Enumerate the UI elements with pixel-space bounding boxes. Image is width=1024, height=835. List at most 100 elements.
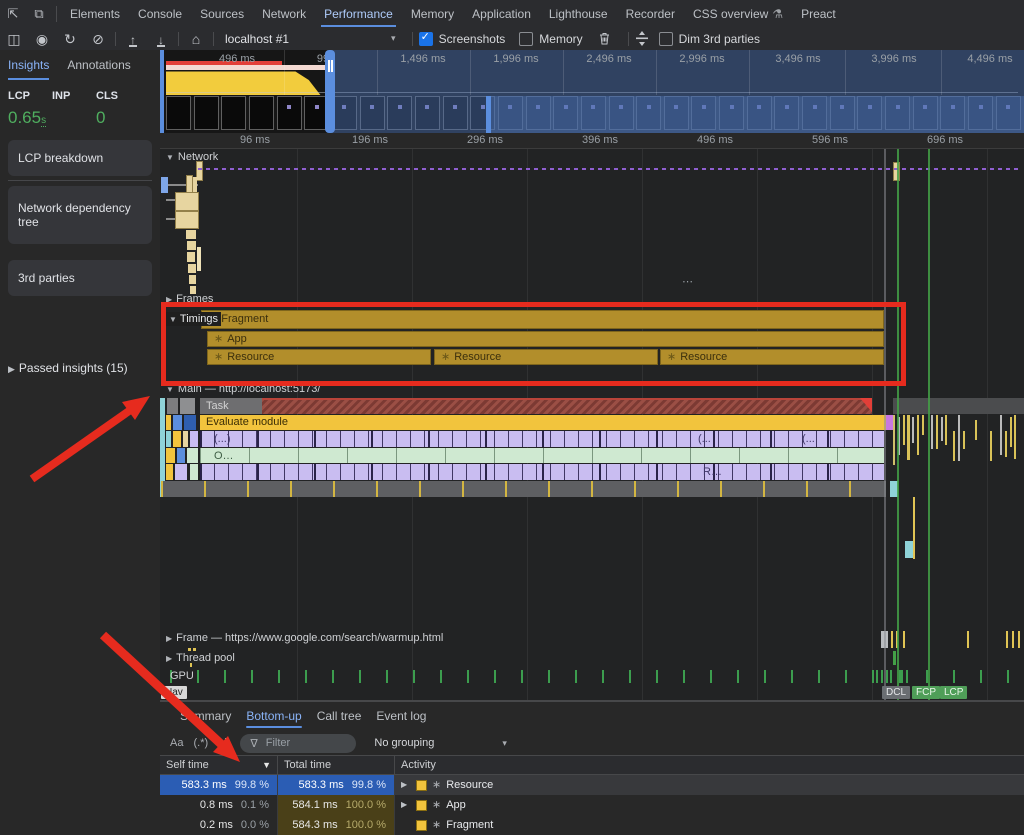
thread-pool-track-header[interactable]: ▶Thread pool — [166, 652, 235, 664]
profile-select[interactable]: localhost #1 — [225, 32, 289, 46]
timing-marker-resource[interactable]: ∗Resource — [660, 349, 884, 365]
insight-card-3rd-parties[interactable]: 3rd parties — [8, 260, 152, 296]
regex-icon[interactable]: (.*) — [193, 737, 208, 749]
tab-application[interactable]: Application — [463, 1, 540, 27]
timeline-ruler[interactable]: 96 ms 196 ms 296 ms 396 ms 496 ms 596 ms… — [160, 133, 1024, 149]
column-header-activity[interactable]: Activity — [395, 756, 1024, 774]
column-header-total-time[interactable]: Total time — [278, 756, 395, 774]
lcp-badge[interactable]: LCP — [940, 686, 967, 699]
passed-insights-toggle[interactable]: ▶Passed insights (15) — [8, 361, 128, 375]
upload-profile-icon[interactable]: ↑ — [119, 28, 147, 50]
match-case-icon[interactable]: Aa — [170, 737, 183, 749]
table-row[interactable]: 583.3 ms99.8 % 583.3 ms99.8 % ▶ ∗ Resour… — [160, 775, 1024, 795]
flame-fragment[interactable] — [173, 415, 182, 430]
network-track-header[interactable]: ▼Network — [166, 151, 218, 163]
main-track-header[interactable]: ▼Main — http://localhost:5173/ — [166, 383, 320, 395]
filmstrip-handle[interactable] — [486, 96, 491, 133]
tab-insights[interactable]: Insights — [8, 58, 49, 80]
screenshot-thumbnail[interactable] — [194, 96, 219, 130]
long-task-bar[interactable] — [262, 398, 872, 414]
record-icon[interactable]: ◉ — [28, 28, 56, 50]
screenshot-thumbnail[interactable] — [221, 96, 246, 130]
screenshots-checkbox[interactable]: ✓ — [419, 32, 433, 46]
tab-memory[interactable]: Memory — [402, 1, 463, 27]
timing-marker-resource[interactable]: ∗Resource — [434, 349, 658, 365]
dcl-badge[interactable]: DCL — [882, 686, 910, 699]
task-bar[interactable] — [893, 398, 1024, 414]
insight-card-network-dependency-tree[interactable]: Network dependency tree — [8, 186, 152, 244]
flame-row-grey[interactable] — [161, 481, 886, 497]
tab-call-tree[interactable]: Call tree — [317, 707, 362, 727]
flame-row-green[interactable] — [200, 448, 884, 463]
network-request-bar[interactable] — [186, 230, 196, 239]
network-request-bar[interactable] — [175, 211, 199, 229]
tab-sources[interactable]: Sources — [191, 1, 253, 27]
fcp-badge[interactable]: FCP — [912, 686, 940, 699]
screenshot-thumbnail[interactable] — [166, 96, 191, 130]
tab-annotations[interactable]: Annotations — [67, 58, 130, 80]
flame-fragment[interactable] — [166, 415, 171, 430]
home-icon[interactable]: ⌂ — [182, 28, 210, 50]
flame-row-purple[interactable] — [200, 431, 884, 447]
memory-checkbox[interactable] — [519, 32, 533, 46]
expand-icon[interactable]: ▶ — [401, 775, 411, 795]
network-request-bar[interactable] — [188, 264, 196, 273]
flame-fragment[interactable] — [886, 415, 893, 430]
flame-fragment[interactable] — [166, 448, 175, 463]
tab-bottom-up[interactable]: Bottom-up — [246, 707, 301, 727]
flame-fragment[interactable] — [173, 431, 181, 447]
cls-metric[interactable]: CLS 0 — [96, 90, 140, 128]
flame-fragment[interactable] — [187, 448, 198, 463]
network-request-bar[interactable] — [187, 241, 196, 250]
network-request-bar[interactable] — [197, 247, 201, 271]
timing-marker-resource[interactable]: ∗Resource — [207, 349, 431, 365]
reload-and-record-icon[interactable]: ↻ — [56, 28, 84, 50]
tab-console[interactable]: Console — [129, 1, 191, 27]
grouping-caret-icon[interactable]: ▾ — [502, 738, 507, 749]
timing-marker-app[interactable]: ∗App — [207, 331, 884, 347]
tab-elements[interactable]: Elements — [61, 1, 129, 27]
frames-track-header[interactable]: ▶Frames — [166, 293, 213, 305]
nav-badge[interactable]: Nav — [161, 686, 187, 699]
table-row[interactable]: 0.8 ms0.1 % 584.1 ms100.0 % ▶ ∗ App — [160, 795, 1024, 815]
task-bar[interactable]: Task — [200, 398, 262, 414]
flame-row-purple[interactable] — [200, 464, 884, 480]
inspect-icon[interactable]: ⇱ — [0, 6, 26, 22]
tab-event-log[interactable]: Event log — [376, 707, 426, 727]
dim-3rd-parties-checkbox[interactable] — [659, 32, 673, 46]
tab-recorder[interactable]: Recorder — [617, 1, 684, 27]
tab-css-overview[interactable]: CSS overview⚗ — [684, 1, 792, 27]
sort-icon[interactable]: ▼ — [262, 756, 271, 774]
collect-garbage-icon[interactable] — [597, 31, 612, 46]
expand-icon[interactable]: ▶ — [401, 795, 411, 815]
tab-summary[interactable]: Summary — [180, 707, 231, 727]
profile-select-caret-icon[interactable]: ▾ — [391, 33, 396, 44]
network-request-bar[interactable] — [193, 177, 197, 192]
timings-track-header[interactable]: ▼Timings — [166, 312, 221, 326]
tab-performance[interactable]: Performance — [315, 1, 402, 27]
frame-track-header[interactable]: ▶Frame — https://www.google.com/search/w… — [166, 632, 443, 644]
flame-fragment[interactable] — [184, 415, 196, 430]
match-whole-word-icon[interactable]: ab — [218, 738, 230, 749]
flame-fragment[interactable] — [190, 464, 198, 480]
overview-right-handle[interactable] — [325, 50, 335, 133]
tab-preact[interactable]: Preact — [792, 1, 845, 27]
screenshots-label[interactable]: Screenshots — [439, 32, 506, 46]
evaluate-module-bar[interactable]: Evaluate module — [200, 415, 886, 430]
memory-label[interactable]: Memory — [539, 32, 582, 46]
network-request-bar[interactable] — [161, 177, 168, 193]
screenshot-thumbnail[interactable] — [277, 96, 302, 130]
device-toolbar-icon[interactable]: ⧉ — [26, 6, 52, 22]
flame-fragment[interactable] — [166, 464, 173, 480]
gpu-track-header[interactable]: GPU — [170, 670, 194, 682]
flame-fragment[interactable] — [177, 448, 185, 463]
toggle-sidebar-icon[interactable]: ◫ — [0, 28, 28, 50]
flame-fragment[interactable] — [167, 398, 178, 414]
flame-fragment[interactable] — [190, 431, 198, 447]
column-header-self-time[interactable]: Self time ▼ — [160, 756, 278, 774]
flame-fragment[interactable] — [166, 431, 171, 447]
flame-fragment[interactable] — [175, 464, 187, 480]
screenshot-thumbnail[interactable] — [249, 96, 274, 130]
network-request-bar[interactable] — [187, 252, 195, 262]
lcp-metric[interactable]: LCP 0.65s — [8, 90, 52, 128]
